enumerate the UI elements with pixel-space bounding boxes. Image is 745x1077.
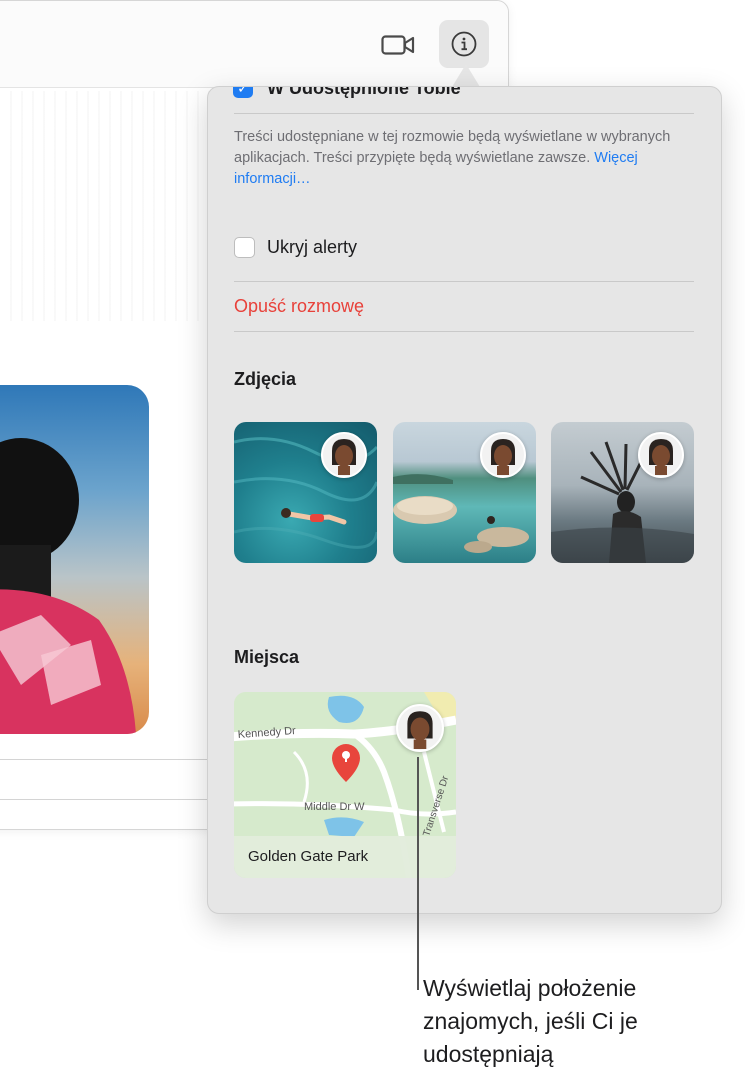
friend-location-avatar[interactable] [396,704,444,752]
divider [234,331,694,332]
places-section-title: Miejsca [234,647,300,667]
avatar [321,432,367,478]
divider [234,113,694,114]
facetime-video-button[interactable] [380,31,416,59]
avatar [480,432,526,478]
memoji-icon [332,439,356,475]
info-icon [451,31,477,57]
conversation-info-popover: ✓ W Udostępnione Tobie Treści udostępnia… [207,86,722,914]
video-camera-icon [381,35,415,55]
photo-thumbnail[interactable] [551,422,694,563]
photo-thumbnail[interactable] [393,422,536,563]
portrait-silhouette-image [0,438,136,734]
memoji-icon [649,439,673,475]
avatar [638,432,684,478]
shared-with-you-option[interactable]: ✓ W Udostępnione Tobie [233,86,461,99]
shared-with-you-label: W Udostępnione Tobie [267,86,461,98]
checkmark-icon[interactable]: ✓ [233,87,253,98]
shared-content-preview [1,91,211,321]
callout-line [417,757,419,990]
location-map[interactable]: Kennedy Dr Middle Dr W Transverse Dr Gol… [234,692,456,878]
hide-alerts-row[interactable]: Ukryj alerty [234,237,357,258]
street-label: Middle Dr W [304,801,365,813]
hide-alerts-checkbox[interactable] [234,237,255,258]
memoji-icon [491,439,515,475]
shared-photo[interactable] [0,385,149,734]
leave-conversation-button[interactable]: Opuść rozmowę [234,296,364,317]
callout-text: Wyświetlaj położenie znajomych, jeśli Ci… [423,975,638,1067]
popover-arrow [452,64,480,87]
memoji-icon [407,711,433,749]
shared-content-description: Treści udostępniane w tej rozmowie będą … [234,127,694,190]
photos-section-title: Zdjęcia [234,369,297,389]
hide-alerts-label: Ukryj alerty [267,237,358,257]
info-button[interactable] [439,20,489,68]
divider [234,281,694,282]
photo-thumbnail[interactable] [234,422,377,563]
place-name: Golden Gate Park [234,836,456,878]
window-toolbar [0,1,508,88]
